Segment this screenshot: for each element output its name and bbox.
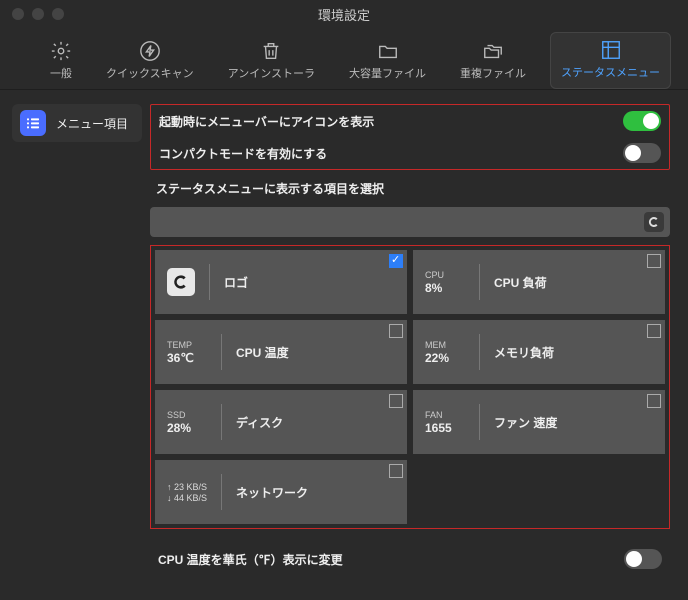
setting-label: CPU 温度を華氏（℉）表示に変更 bbox=[158, 551, 343, 568]
close-dot[interactable] bbox=[12, 8, 24, 20]
cards-grid: ロゴ CPU8% CPU 負荷 TEMP36℃ CPU 温度 bbox=[155, 250, 665, 524]
card-title: CPU 負荷 bbox=[494, 274, 547, 291]
tab-status-menu[interactable]: ステータスメニュー bbox=[550, 32, 671, 89]
card-checkbox[interactable] bbox=[389, 464, 403, 478]
window-controls bbox=[12, 8, 64, 20]
setting-label: コンパクトモードを有効にする bbox=[159, 145, 327, 162]
card-fan-speed[interactable]: FAN1655 ファン 速度 bbox=[413, 390, 665, 454]
highlighted-settings-group: 起動時にメニューバーにアイコンを表示 コンパクトモードを有効にする bbox=[150, 104, 670, 170]
card-cpu-load[interactable]: CPU8% CPU 負荷 bbox=[413, 250, 665, 314]
card-title: ロゴ bbox=[224, 274, 248, 291]
setting-compact-mode-row: コンパクトモードを有効にする bbox=[151, 137, 669, 169]
content-body: メニュー項目 起動時にメニューバーにアイコンを表示 コンパクトモードを有効にする… bbox=[0, 90, 688, 600]
tab-large-files[interactable]: 大容量ファイル bbox=[339, 34, 436, 89]
sidebar: メニュー項目 bbox=[12, 104, 142, 586]
window-title: 環境設定 bbox=[318, 5, 370, 24]
card-checkbox[interactable] bbox=[389, 394, 403, 408]
sidebar-item-label: メニュー項目 bbox=[56, 115, 128, 132]
tab-uninstaller[interactable]: アンインストーラ bbox=[218, 34, 325, 89]
fahrenheit-toggle[interactable] bbox=[624, 549, 662, 569]
folders-icon bbox=[482, 40, 504, 62]
search-logo-chip bbox=[644, 212, 664, 232]
card-checkbox[interactable] bbox=[647, 394, 661, 408]
highlighted-cards-group: ロゴ CPU8% CPU 負荷 TEMP36℃ CPU 温度 bbox=[150, 245, 670, 529]
list-icon bbox=[20, 110, 46, 136]
app-logo-icon bbox=[167, 268, 195, 296]
card-checkbox[interactable] bbox=[389, 324, 403, 338]
card-memory-load[interactable]: MEM22% メモリ負荷 bbox=[413, 320, 665, 384]
tab-general[interactable]: 一般 bbox=[40, 34, 82, 89]
card-checkbox[interactable] bbox=[647, 324, 661, 338]
startup-icon-toggle[interactable] bbox=[623, 111, 661, 131]
titlebar: 環境設定 bbox=[0, 0, 688, 28]
card-title: メモリ負荷 bbox=[494, 344, 554, 361]
card-disk[interactable]: SSD28% ディスク bbox=[155, 390, 407, 454]
card-title: CPU 温度 bbox=[236, 344, 289, 361]
layout-icon bbox=[600, 39, 622, 61]
preferences-window: 環境設定 一般 クイックスキャン アンインストーラ 大容量ファイル 重複ファイル… bbox=[0, 0, 688, 600]
trash-icon bbox=[260, 40, 282, 62]
setting-startup-icon-row: 起動時にメニューバーにアイコンを表示 bbox=[151, 105, 669, 137]
app-logo-icon bbox=[648, 216, 660, 228]
compact-mode-toggle[interactable] bbox=[623, 143, 661, 163]
main-panel: 起動時にメニューバーにアイコンを表示 コンパクトモードを有効にする ステータスメ… bbox=[150, 104, 676, 586]
tab-duplicate-files[interactable]: 重複ファイル bbox=[450, 34, 536, 89]
setting-label: 起動時にメニューバーにアイコンを表示 bbox=[159, 113, 374, 130]
card-title: ネットワーク bbox=[236, 484, 308, 501]
items-heading: ステータスメニューに表示する項目を選択 bbox=[150, 178, 670, 199]
bolt-icon bbox=[139, 40, 161, 62]
card-network[interactable]: ↑ 23 KB/S ↓ 44 KB/S ネットワーク bbox=[155, 460, 407, 524]
tab-quick-scan[interactable]: クイックスキャン bbox=[96, 34, 204, 89]
card-checkbox[interactable] bbox=[389, 254, 403, 268]
sidebar-item-menu-items[interactable]: メニュー項目 bbox=[12, 104, 142, 142]
pref-tabs: 一般 クイックスキャン アンインストーラ 大容量ファイル 重複ファイル ステータ… bbox=[0, 28, 688, 90]
folder-icon bbox=[377, 40, 399, 62]
card-title: ディスク bbox=[236, 414, 283, 431]
gear-icon bbox=[50, 40, 72, 62]
search-bar[interactable] bbox=[150, 207, 670, 237]
setting-fahrenheit-row: CPU 温度を華氏（℉）表示に変更 bbox=[150, 543, 670, 575]
card-cpu-temp[interactable]: TEMP36℃ CPU 温度 bbox=[155, 320, 407, 384]
card-checkbox[interactable] bbox=[647, 254, 661, 268]
card-logo[interactable]: ロゴ bbox=[155, 250, 407, 314]
minimize-dot[interactable] bbox=[32, 8, 44, 20]
zoom-dot[interactable] bbox=[52, 8, 64, 20]
card-title: ファン 速度 bbox=[494, 414, 557, 431]
